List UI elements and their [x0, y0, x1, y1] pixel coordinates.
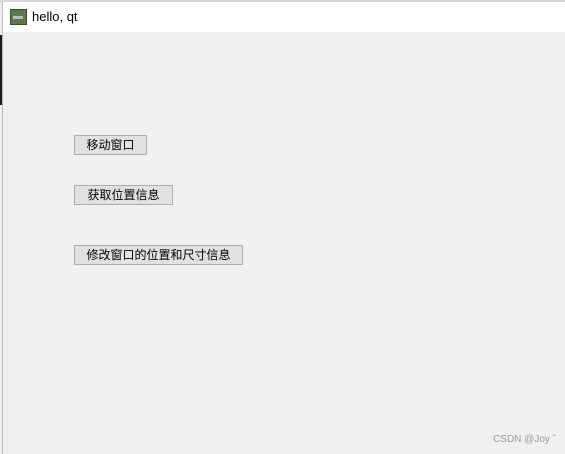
window-title: hello, qt	[32, 9, 78, 24]
modify-position-size-button[interactable]: 修改窗口的位置和尺寸信息	[74, 245, 243, 265]
app-window: hello, qt 移动窗口 获取位置信息 修改窗口的位置和尺寸信息 CSDN …	[2, 2, 565, 454]
title-bar[interactable]: hello, qt	[3, 2, 565, 33]
desktop: hello, qt 移动窗口 获取位置信息 修改窗口的位置和尺寸信息 CSDN …	[0, 0, 565, 454]
qt-app-icon	[10, 9, 27, 25]
csdn-watermark: CSDN @Joy ˆ	[493, 434, 556, 445]
get-position-button[interactable]: 获取位置信息	[74, 185, 173, 205]
window-client-area: 移动窗口 获取位置信息 修改窗口的位置和尺寸信息 CSDN @Joy ˆ	[3, 33, 565, 454]
move-window-button[interactable]: 移动窗口	[74, 135, 147, 155]
